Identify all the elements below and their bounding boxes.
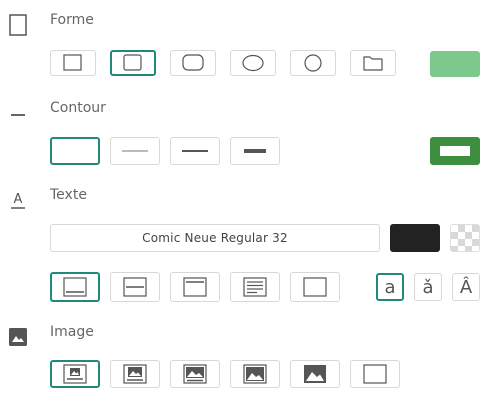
shape-rounded-rect-button[interactable] [170, 50, 216, 76]
shape-fill-color-swatch[interactable] [430, 51, 480, 77]
outline-medium-button[interactable] [170, 137, 220, 165]
image-icon [8, 325, 28, 349]
square-icon [63, 54, 82, 71]
outline-none-button[interactable] [50, 137, 100, 165]
shape-ellipse-button[interactable] [230, 50, 276, 76]
image-large-icon [183, 364, 207, 384]
medium-line-icon [182, 150, 208, 152]
image-none-icon [363, 364, 387, 384]
folder-icon [363, 56, 383, 71]
image-size-large-button[interactable] [170, 360, 220, 388]
thick-line-icon [244, 149, 266, 153]
text-color-swatch[interactable] [390, 224, 440, 252]
text-none-icon [303, 277, 327, 297]
outline-preview-inner [440, 146, 470, 156]
outline-color-swatch[interactable] [430, 137, 480, 165]
text-position-bottom-button[interactable] [50, 272, 100, 302]
thin-line-icon [122, 150, 148, 152]
section-title-text: Texte [50, 187, 87, 203]
image-size-larger-button[interactable] [230, 360, 280, 388]
font-selector[interactable]: Comic Neue Regular 32 [50, 224, 380, 252]
outline-thin-button[interactable] [110, 137, 160, 165]
image-size-none-button[interactable] [350, 360, 400, 388]
rectangle-outline-icon [8, 13, 28, 37]
text-position-paragraph-button[interactable] [230, 272, 280, 302]
text-position-none-button[interactable] [290, 272, 340, 302]
text-bottom-icon [63, 277, 87, 297]
image-small-icon [63, 364, 87, 384]
shape-rounded-square-button[interactable] [110, 50, 156, 76]
rounded-rect-icon [182, 54, 204, 71]
section-title-outline: Contour [50, 100, 106, 116]
shape-square-button[interactable] [50, 50, 96, 76]
text-top-icon [183, 277, 207, 297]
rounded-square-icon [123, 54, 142, 71]
image-size-full-button[interactable] [290, 360, 340, 388]
image-size-medium-button[interactable] [110, 360, 160, 388]
shape-folder-button[interactable] [350, 50, 396, 76]
shape-circle-button[interactable] [290, 50, 336, 76]
text-case-accent-button[interactable]: ǎ [414, 273, 442, 301]
ellipse-icon [242, 54, 264, 72]
image-full-icon [304, 365, 326, 383]
text-format-icon: A [8, 188, 28, 212]
text-middle-icon [123, 277, 147, 297]
image-larger-icon [243, 364, 267, 384]
line-icon [8, 101, 28, 125]
section-title-image: Image [50, 324, 94, 340]
section-title-shape: Forme [50, 12, 94, 28]
outline-thick-button[interactable] [230, 137, 280, 165]
image-size-small-button[interactable] [50, 360, 100, 388]
text-paragraph-icon [243, 277, 267, 297]
image-medium-icon [123, 364, 147, 384]
text-case-lowercase-button[interactable]: a [376, 273, 404, 301]
text-background-transparent-swatch[interactable] [450, 224, 480, 252]
circle-icon [304, 54, 322, 72]
text-position-middle-button[interactable] [110, 272, 160, 302]
text-position-top-button[interactable] [170, 272, 220, 302]
svg-text:A: A [14, 192, 23, 207]
text-case-uppercase-accent-button[interactable]: Â [452, 273, 480, 301]
